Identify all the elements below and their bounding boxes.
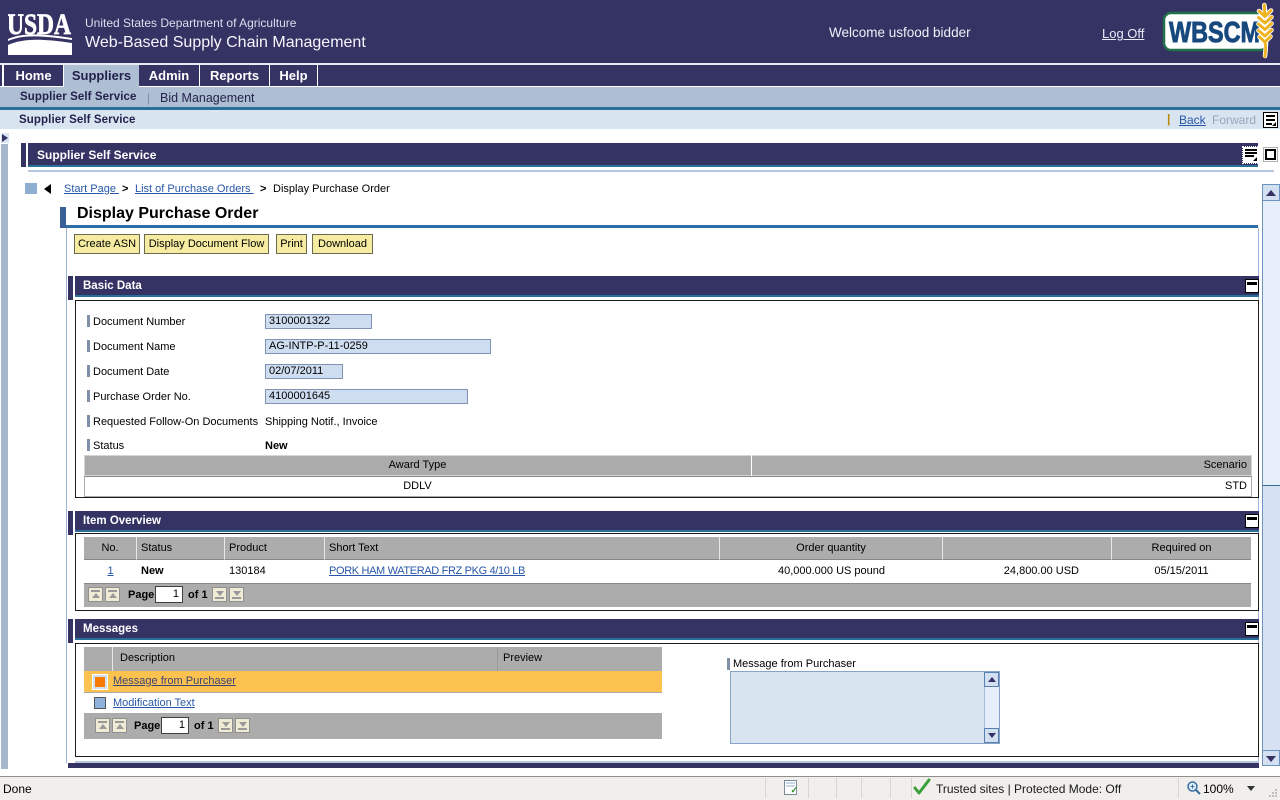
svg-text:WBSCM: WBSCM — [1169, 17, 1260, 49]
